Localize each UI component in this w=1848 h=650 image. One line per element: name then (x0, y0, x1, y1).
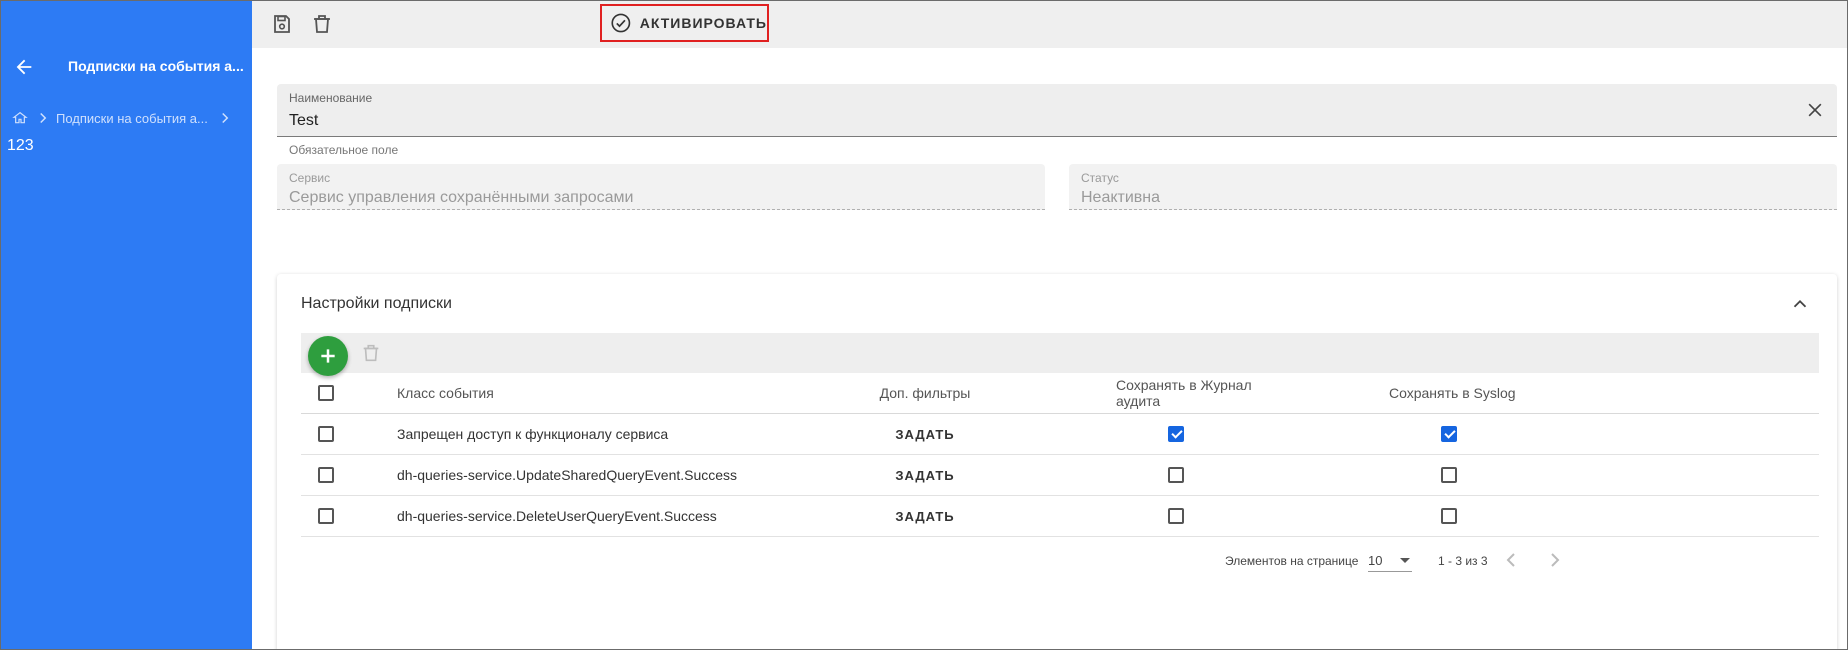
chevron-right-icon (40, 112, 47, 124)
save-icon[interactable] (270, 12, 294, 36)
audit-cell (1026, 454, 1299, 496)
arrow-back-icon[interactable] (13, 56, 35, 78)
add-row-button[interactable] (308, 336, 348, 376)
sidebar-extra-text: 123 (7, 137, 34, 154)
audit-cell (1026, 495, 1299, 537)
column-header[interactable]: Сохранять в Журнал аудита (1026, 373, 1299, 414)
row-select-cell (301, 495, 397, 537)
row-checkbox[interactable] (318, 426, 334, 443)
table-header-row: Класс события Доп. фильтры Сохранять в Ж… (301, 373, 1819, 414)
name-field-hint: Обязательное поле (289, 143, 399, 157)
status-field: Статус Неактивна (1069, 164, 1837, 210)
filters-cell: ЗАДАТЬ (824, 495, 1026, 537)
main-content: Наименование Test Обязательное поле Серв… (252, 48, 1847, 649)
name-field-value[interactable]: Test (289, 112, 318, 130)
column-header[interactable]: Сохранять в Syslog (1299, 373, 1819, 414)
activate-button[interactable]: АКТИВИРОВАТЬ (600, 4, 769, 42)
toolbar: АКТИВИРОВАТЬ (252, 1, 1847, 48)
table-row: dh-queries-service.UpdateSharedQueryEven… (301, 454, 1819, 496)
event-class-cell: dh-queries-service.UpdateSharedQueryEven… (397, 454, 824, 496)
event-class-cell: dh-queries-service.DeleteUserQueryEvent.… (397, 495, 824, 537)
audit-cell (1026, 413, 1299, 455)
table-row: dh-queries-service.DeleteUserQueryEvent.… (301, 495, 1819, 537)
subscription-table: Класс события Доп. фильтры Сохранять в Ж… (301, 373, 1819, 537)
column-header[interactable]: Класс события (397, 373, 824, 414)
set-filter-button[interactable]: ЗАДАТЬ (895, 468, 954, 483)
set-filter-button[interactable]: ЗАДАТЬ (895, 427, 954, 442)
breadcrumb: Подписки на события а... (12, 109, 234, 127)
sidebar: Подписки на события а... Подписки на соб… (1, 1, 252, 649)
page-range: 1 - 3 из 3 (1438, 554, 1488, 568)
name-field[interactable]: Наименование Test (277, 84, 1837, 137)
status-field-value: Неактивна (1081, 189, 1161, 206)
app-window: Подписки на события а... Подписки на соб… (0, 0, 1848, 650)
activate-button-label: АКТИВИРОВАТЬ (639, 15, 767, 31)
trash-icon (363, 344, 379, 362)
select-all-checkbox[interactable] (318, 385, 334, 402)
status-field-label: Статус (1081, 171, 1119, 185)
name-field-label: Наименование (289, 91, 373, 105)
service-field: Сервис Сервис управления сохранёнными за… (277, 164, 1045, 210)
subscription-settings-card: Настройки подписки Класс события Доп. фи… (277, 274, 1837, 649)
row-checkbox[interactable] (318, 508, 334, 525)
close-icon[interactable] (1805, 100, 1825, 120)
chevron-up-icon[interactable] (1789, 293, 1811, 315)
filters-cell: ЗАДАТЬ (824, 454, 1026, 496)
row-select-cell (301, 413, 397, 455)
row-checkbox[interactable] (318, 467, 334, 484)
set-filter-button[interactable]: ЗАДАТЬ (895, 509, 954, 524)
per-page-select[interactable]: 10 (1368, 548, 1412, 572)
trash-icon[interactable] (310, 12, 334, 36)
filters-cell: ЗАДАТЬ (824, 413, 1026, 455)
syslog-cell (1299, 413, 1819, 455)
check-circle-icon (611, 13, 631, 33)
syslog-cell (1299, 495, 1819, 537)
select-all-cell (301, 373, 397, 414)
table-row: Запрещен доступ к функционалу сервиса ЗА… (301, 413, 1819, 455)
per-page-label: Элементов на странице (1225, 554, 1359, 568)
chevron-left-icon[interactable] (1499, 548, 1523, 572)
paginator: Элементов на странице 10 1 - 3 из 3 (277, 544, 1819, 574)
table-toolbar (301, 333, 1819, 376)
home-icon[interactable] (12, 110, 28, 126)
event-class-cell: Запрещен доступ к функционалу сервиса (397, 413, 824, 455)
syslog-cell (1299, 454, 1819, 496)
service-field-label: Сервис (289, 171, 331, 185)
audit-checkbox[interactable] (1168, 467, 1184, 484)
chevron-right-icon (222, 112, 229, 124)
plus-icon (321, 349, 335, 363)
syslog-checkbox[interactable] (1441, 426, 1457, 443)
caret-down-icon (1400, 558, 1410, 563)
sidebar-title: Подписки на события а... (68, 58, 244, 74)
breadcrumb-item[interactable]: Подписки на события а... (56, 111, 208, 126)
audit-checkbox[interactable] (1168, 426, 1184, 443)
card-title: Настройки подписки (301, 295, 452, 312)
audit-checkbox[interactable] (1168, 508, 1184, 525)
column-header[interactable]: Доп. фильтры (824, 373, 1026, 414)
row-select-cell (301, 454, 397, 496)
per-page-value: 10 (1368, 553, 1383, 568)
chevron-right-icon[interactable] (1543, 548, 1567, 572)
service-field-value: Сервис управления сохранёнными запросами (289, 189, 634, 206)
syslog-checkbox[interactable] (1441, 467, 1457, 484)
syslog-checkbox[interactable] (1441, 508, 1457, 525)
